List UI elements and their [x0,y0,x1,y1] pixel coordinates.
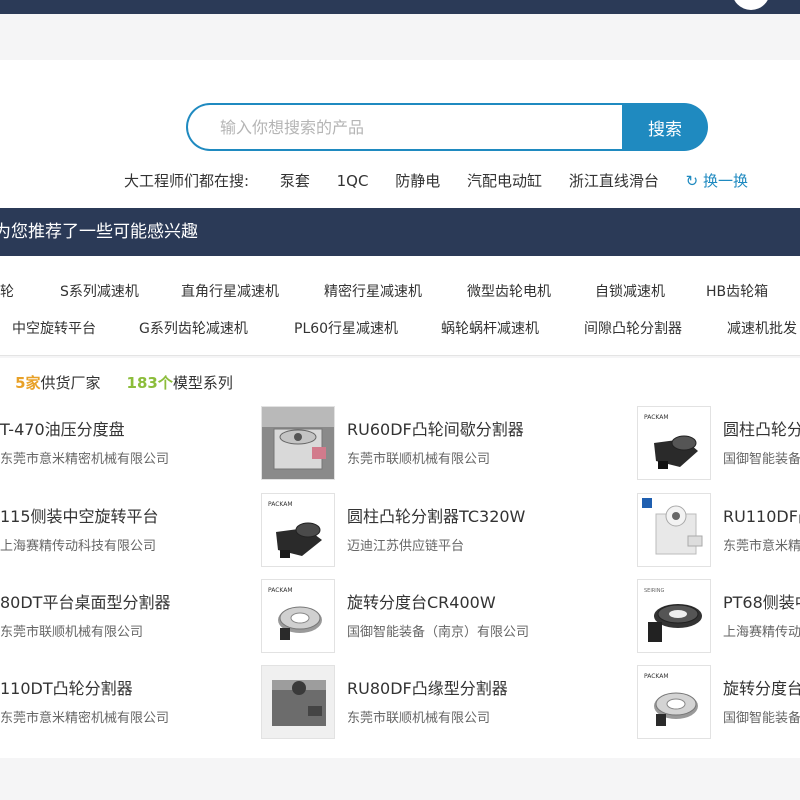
hot-keyword[interactable]: 1QC [337,172,369,190]
category-tag[interactable]: 直角行星减速机 [181,281,279,301]
packam-cylinder-indexer-image: PACKAM [638,407,710,479]
product-thumbnail[interactable]: PACKAM [637,665,711,739]
product-card[interactable]: 110DT凸轮分割器 东莞市意米精密机械有限公司 [0,665,290,739]
product-thumbnail[interactable] [637,493,711,567]
packam-ring-table-image: PACKAM [262,580,334,652]
hot-keyword[interactable]: 汽配电动缸 [467,172,542,190]
product-company[interactable]: 东莞市联顺机械有限公司 [0,621,143,640]
category-tag[interactable]: 自锁减速机 [595,281,665,301]
product-card[interactable]: PACKAM 圆柱凸轮分割器 国御智能装备（南京）有限公司 [637,406,800,480]
product-company[interactable]: 上海赛精传动科技有限公司 [723,621,800,640]
supplier-label: 供货厂家 [40,374,101,392]
product-title[interactable]: 圆柱凸轮分割器 [723,416,800,440]
packam-indexer-image: PACKAM [262,494,334,566]
product-section: | 5家供货厂家 183个模型系列 T-470油压分度盘 东莞市意米精密机械有限公司… [0,358,800,758]
product-title[interactable]: 80DT平台桌面型分割器 [0,589,170,613]
product-company[interactable]: 国御智能装备（南京）有限公司 [723,448,800,467]
brand-text: PACKAM [268,501,293,508]
product-card[interactable]: RU60DF凸轮间歇分割器 东莞市联顺机械有限公司 [261,406,637,480]
product-company[interactable]: 迈迪江苏供应链平台 [347,535,464,554]
product-company[interactable]: 上海赛精传动科技有限公司 [0,535,156,554]
product-company[interactable]: 东莞市联顺机械有限公司 [347,448,490,467]
product-title[interactable]: 旋转分度台CR400W [347,589,496,613]
recommend-title: 为您推荐了一些可能感兴趣 [0,222,198,242]
product-card[interactable]: 115侧装中空旋转平台 上海赛精传动科技有限公司 [0,493,290,567]
category-tag[interactable]: 精密行星减速机 [324,281,422,301]
product-card[interactable]: SEIRING PT68侧装中空旋转平台 上海赛精传动科技有限公司 [637,579,800,653]
category-tag[interactable]: 间隙凸轮分割器 [584,318,682,338]
white-indexer-image [638,494,710,566]
product-thumbnail[interactable] [261,406,335,480]
category-tag[interactable]: 减速机批发 [727,318,797,338]
stats-line: | 5家供货厂家 183个模型系列 [0,372,233,393]
series-label: 模型系列 [172,374,233,392]
product-title[interactable]: RU60DF凸轮间歇分割器 [347,416,524,440]
product-card[interactable]: PACKAM 旋转分度台CR400W 国御智能装备（南京）有限公司 [261,579,637,653]
product-thumbnail[interactable]: PACKAM [637,406,711,480]
brand-text: PACKAM [268,587,293,594]
brand-text: PACKAM [644,414,669,421]
gray-flange-indexer-image [262,666,334,738]
product-column-3: PACKAM 圆柱凸轮分割器 国御智能装备（南京）有限公司 [637,406,800,746]
product-title[interactable]: RU80DF凸缘型分割器 [347,675,508,699]
search-input[interactable] [186,103,626,151]
product-company[interactable]: 东莞市意米精密机械有限公司 [0,448,169,467]
packam-rotary-table-image: PACKAM [638,666,710,738]
divider: | [0,374,1,392]
product-thumbnail[interactable]: PACKAM [261,579,335,653]
hot-keyword[interactable]: 防静电 [395,172,440,190]
svg-text:SEIRING: SEIRING [644,588,664,594]
gray-indexer-image [262,407,334,479]
hot-searches: 大工程师们都在搜: 泵套 1QC 防静电 汽配电动缸 浙江直线滑台 ↻ 换一换 [124,170,748,191]
product-title[interactable]: 圆柱凸轮分割器TC320W [347,503,525,527]
product-title[interactable]: 110DT凸轮分割器 [0,675,133,699]
supplier-count: 5家 [15,374,41,392]
search-button[interactable]: 搜索 [622,103,708,151]
series-count: 183个 [126,374,173,392]
product-title[interactable]: PT68侧装中空旋转平台 [723,589,800,613]
category-tag[interactable]: 蜗轮蜗杆减速机 [441,318,539,338]
product-company[interactable]: 东莞市意米精密机械有限公司 [0,707,169,726]
product-title[interactable]: 115侧装中空旋转平台 [0,503,159,527]
search-section: 搜索 大工程师们都在搜: 泵套 1QC 防静电 汽配电动缸 浙江直线滑台 ↻ 换… [0,60,800,208]
product-company[interactable]: 东莞市意米精密机械有限公司 [723,535,800,554]
refresh-label: 换一换 [703,172,749,190]
category-tag[interactable]: 中空旋转平台 [12,318,96,338]
product-title[interactable]: RU110DF凸缘型分割器 [723,503,800,527]
top-nav-bar [0,0,800,14]
recommend-header: 为您推荐了一些可能感兴趣 [0,208,800,256]
category-tag[interactable]: S系列减速机 [60,281,139,301]
product-company[interactable]: 东莞市联顺机械有限公司 [347,707,490,726]
hot-keyword[interactable]: 泵套 [280,172,310,190]
product-card[interactable]: T-470油压分度盘 东莞市意米精密机械有限公司 [0,406,290,480]
refresh-icon: ↻ [685,172,699,190]
product-thumbnail[interactable] [261,665,335,739]
product-company[interactable]: 国御智能装备（南京）有限公司 [723,707,800,726]
product-card[interactable]: RU80DF凸缘型分割器 东莞市联顺机械有限公司 [261,665,637,739]
hollow-rotary-platform-image: SEIRING [638,580,710,652]
brand-text: PACKAM [644,673,669,680]
category-tags: 步轮 S系列减速机 直角行星减速机 精密行星减速机 微型齿轮电机 自锁减速机 H… [0,256,800,356]
product-card[interactable]: RU110DF凸缘型分割器 东莞市意米精密机械有限公司 [637,493,800,567]
category-tag[interactable]: 步轮 [0,281,14,301]
product-thumbnail[interactable]: SEIRING [637,579,711,653]
hot-keyword[interactable]: 浙江直线滑台 [569,172,659,190]
product-card[interactable]: 80DT平台桌面型分割器 东莞市联顺机械有限公司 [0,579,290,653]
hot-searches-label: 大工程师们都在搜: [124,172,250,190]
product-card[interactable]: PACKAM 圆柱凸轮分割器TC320W 迈迪江苏供应链平台 [261,493,637,567]
product-title[interactable]: 旋转分度台 [723,675,800,699]
product-card[interactable]: PACKAM 旋转分度台 国御智能装备（南京）有限公司 [637,665,800,739]
refresh-button[interactable]: ↻ 换一换 [686,172,748,190]
product-thumbnail[interactable]: PACKAM [261,493,335,567]
product-title[interactable]: T-470油压分度盘 [0,416,125,440]
category-tag[interactable]: HB齿轮箱 [706,281,768,301]
category-tag[interactable]: G系列齿轮减速机 [139,318,248,338]
category-tag[interactable]: PL60行星减速机 [294,318,398,338]
product-company[interactable]: 国御智能装备（南京）有限公司 [347,621,529,640]
category-tag[interactable]: 微型齿轮电机 [467,281,551,301]
